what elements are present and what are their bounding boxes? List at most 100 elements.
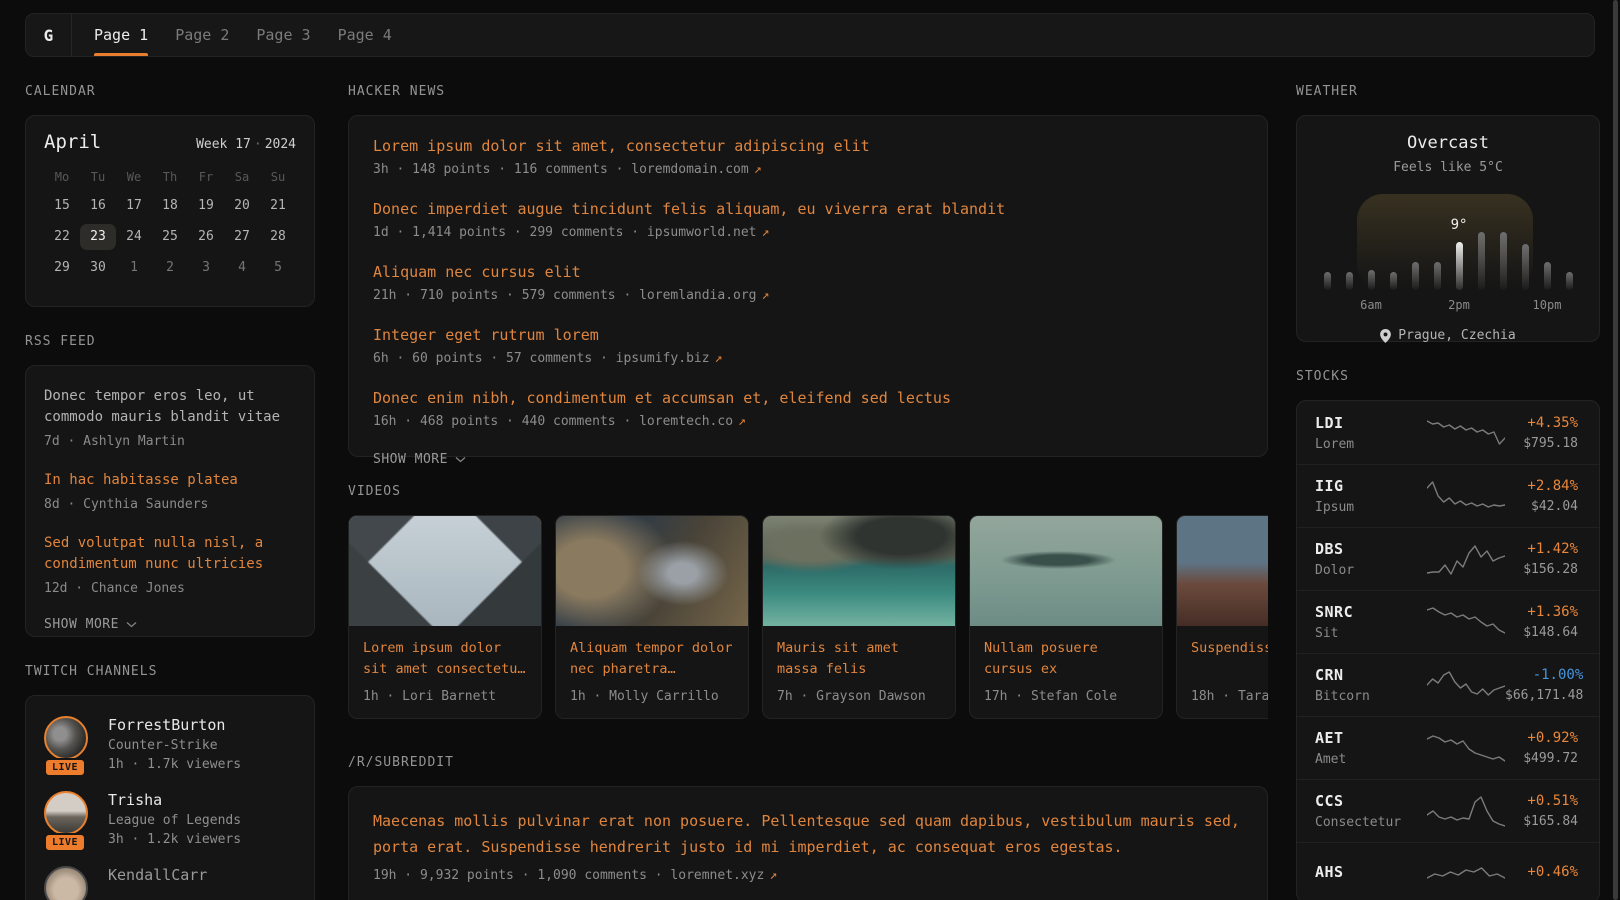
calendar-day[interactable]: 4 [224, 255, 260, 281]
stock-row[interactable]: AHS +0.46% [1297, 842, 1599, 900]
video-card[interactable]: Suspendisse diam18h · Tara [1176, 515, 1268, 719]
video-thumbnail [349, 516, 541, 626]
rss-show-more-button[interactable]: SHOW MORE [44, 617, 296, 632]
calendar-day[interactable]: 22 [44, 224, 80, 250]
stock-ticker: SNRC [1315, 603, 1415, 621]
stocks-section-label: STOCKS [1296, 369, 1600, 384]
calendar-day-header: Tu [80, 166, 116, 188]
stocks-card: LDILorem+4.35%$795.18IIGIpsum+2.84%$42.0… [1296, 400, 1600, 900]
weather-hour-column: 10pm [1544, 202, 1551, 290]
hn-item[interactable]: Lorem ipsum dolor sit amet, consectetur … [373, 137, 1243, 177]
subreddit-post[interactable]: Maecenas mollis pulvinar erat non posuer… [373, 808, 1243, 883]
hn-show-more-button[interactable]: SHOW MORE [373, 452, 1243, 467]
rss-item[interactable]: Sed volutpat nulla nisl, a condimentum n… [44, 533, 296, 596]
rss-item[interactable]: In hac habitasse platea8d · Cynthia Saun… [44, 470, 296, 512]
calendar-grid: MoTuWeThFrSaSu15161718192021222324252627… [44, 166, 296, 281]
stock-sparkline [1427, 793, 1505, 829]
twitch-channel-row[interactable]: LIVEForrestBurtonCounter-Strike1h · 1.7k… [44, 716, 296, 772]
twitch-channel-row[interactable]: LIVETrishaLeague of Legends3h · 1.2k vie… [44, 791, 296, 847]
calendar-day[interactable]: 3 [188, 255, 224, 281]
page-scrollbar[interactable] [1613, 0, 1618, 900]
twitch-channel-row[interactable]: KendallCarr [44, 866, 296, 900]
calendar-day[interactable]: 29 [44, 255, 80, 281]
weather-hour-column [1434, 202, 1441, 290]
weather-temp-bar [1368, 270, 1375, 290]
tab-page-1[interactable]: Page 1 [94, 14, 148, 56]
subreddit-post-title: Maecenas mollis pulvinar erat non posuer… [373, 808, 1243, 860]
hn-item[interactable]: Aliquam nec cursus elit21h · 710 points … [373, 263, 1243, 303]
video-card[interactable]: Nullam posuere cursus ex17h · Stefan Col… [969, 515, 1163, 719]
dashboard-page: G Page 1Page 2Page 3Page 4 CALENDAR Apri… [0, 0, 1620, 900]
calendar-day[interactable]: 19 [188, 193, 224, 219]
video-card[interactable]: Mauris sit amet massa felis 7h · Grayson … [762, 515, 956, 719]
subreddit-section-label: /R/SUBREDDIT [348, 755, 1268, 770]
video-card[interactable]: Aliquam tempor dolor nec pharetra…1h · M… [555, 515, 749, 719]
weather-hour-column [1324, 202, 1331, 290]
stock-id: AHS [1315, 863, 1415, 886]
calendar-day[interactable]: 20 [224, 193, 260, 219]
stock-sparkline [1427, 415, 1505, 451]
external-link-icon: ↗ [710, 351, 723, 366]
hn-item[interactable]: Integer eget rutrum lorem6h · 60 points … [373, 326, 1243, 366]
hn-item[interactable]: Donec imperdiet augue tincidunt felis al… [373, 200, 1243, 240]
stock-price: $499.72 [1523, 751, 1578, 766]
stock-price: $42.04 [1527, 499, 1578, 514]
weather-temp-bar [1346, 272, 1353, 290]
stock-sparkline [1427, 856, 1505, 892]
calendar-day[interactable]: 17 [116, 193, 152, 219]
twitch-channel-viewers: 3h · 1.2k viewers [108, 832, 241, 847]
calendar-day[interactable]: 25 [152, 224, 188, 250]
calendar-day[interactable]: 5 [260, 255, 296, 281]
stock-price: $795.18 [1523, 436, 1578, 451]
weather-temp-bar [1478, 232, 1485, 290]
calendar-day[interactable]: 30 [80, 255, 116, 281]
video-card-body: Mauris sit amet massa felis 7h · Grayson … [763, 626, 955, 718]
weather-location-row[interactable]: Prague, Czechia [1297, 328, 1599, 343]
calendar-day[interactable]: 2 [152, 255, 188, 281]
app-logo[interactable]: G [26, 14, 72, 56]
calendar-day[interactable]: 24 [116, 224, 152, 250]
twitch-avatar [44, 791, 88, 835]
calendar-day[interactable]: 28 [260, 224, 296, 250]
video-meta: 7h · Grayson Dawson [777, 689, 941, 704]
rss-item[interactable]: Donec tempor eros leo, ut commodo mauris… [44, 386, 296, 449]
stock-row[interactable]: DBSDolor+1.42%$156.28 [1297, 527, 1599, 590]
chevron-down-icon [126, 621, 137, 628]
hn-item[interactable]: Donec enim nibh, condimentum et accumsan… [373, 389, 1243, 429]
stock-ticker: LDI [1315, 414, 1415, 432]
stock-row[interactable]: LDILorem+4.35%$795.18 [1297, 401, 1599, 464]
twitch-avatar-wrap [44, 866, 92, 900]
stock-row[interactable]: AETAmet+0.92%$499.72 [1297, 716, 1599, 779]
tab-page-2[interactable]: Page 2 [175, 14, 229, 56]
calendar-day[interactable]: 26 [188, 224, 224, 250]
calendar-day[interactable]: 18 [152, 193, 188, 219]
hn-section-label: HACKER NEWS [348, 84, 1268, 99]
subreddit-post-meta: 19h · 9,932 points · 1,090 comments · lo… [373, 868, 1243, 883]
stock-change: +0.92% [1523, 730, 1578, 746]
calendar-day-selected[interactable]: 23 [80, 224, 116, 250]
calendar-day[interactable]: 21 [260, 193, 296, 219]
calendar-day[interactable]: 27 [224, 224, 260, 250]
calendar-day[interactable]: 1 [116, 255, 152, 281]
stock-row[interactable]: CRNBitcorn-1.00%$66,171.48 [1297, 653, 1599, 716]
stock-row[interactable]: IIGIpsum+2.84%$42.04 [1297, 464, 1599, 527]
top-bar: G Page 1 Page 2 Page 3 Page 4 [25, 13, 1595, 57]
video-card-body: Lorem ipsum dolor sit amet consectetu…1h… [349, 626, 541, 718]
twitch-channel-name: Trisha [108, 791, 241, 809]
stock-sparkline [1427, 730, 1505, 766]
video-title: Lorem ipsum dolor sit amet consectetu… [363, 638, 527, 680]
tab-page-3[interactable]: Page 3 [256, 14, 310, 56]
twitch-avatar-wrap: LIVE [44, 791, 92, 847]
video-title: Aliquam tempor dolor nec pharetra… [570, 638, 734, 680]
calendar-day-header: Sa [224, 166, 260, 188]
stock-row[interactable]: CCSConsectetur+0.51%$165.84 [1297, 779, 1599, 842]
calendar-day[interactable]: 15 [44, 193, 80, 219]
video-title: Mauris sit amet massa felis [777, 638, 941, 680]
video-card[interactable]: Lorem ipsum dolor sit amet consectetu…1h… [348, 515, 542, 719]
stock-ticker: AET [1315, 729, 1415, 747]
calendar-day[interactable]: 16 [80, 193, 116, 219]
stock-change: +0.46% [1527, 864, 1578, 880]
stock-row[interactable]: SNRCSit+1.36%$148.64 [1297, 590, 1599, 653]
tab-page-4[interactable]: Page 4 [338, 14, 392, 56]
weather-hour-column [1390, 202, 1397, 290]
